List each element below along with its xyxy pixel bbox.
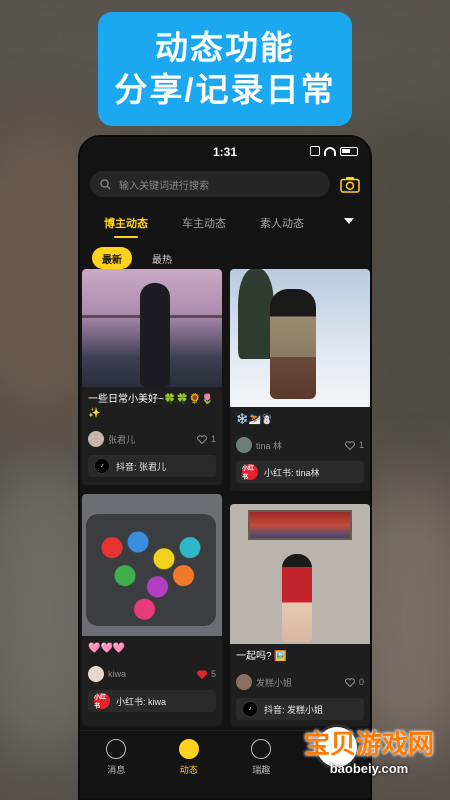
source-link[interactable]: 小红书 小红书: kiwa [88, 690, 216, 712]
source-label: 小红书: kiwa [116, 696, 167, 707]
search-row: 输入关键词进行搜索 [80, 167, 370, 197]
status-bar: 1:31 [80, 137, 370, 167]
status-time: 1:31 [212, 145, 238, 159]
xiaohongshu-icon: 小红书 [94, 693, 110, 710]
like-count: 0 [358, 677, 364, 687]
people-icon [251, 739, 272, 759]
wifi-icon [324, 146, 336, 156]
post-meta: 发糕小姐 0 [230, 674, 370, 690]
post-meta: kiwa 5 [82, 666, 222, 682]
avatar[interactable] [236, 437, 252, 453]
feed-card[interactable]: ❄️⛷️☃️ tina 林 1 小红书 小红书: tina林 [230, 269, 370, 491]
feed-card[interactable]: 一些日常小美好~🍀🍀🌻🌷✨ 张君儿 1 ♪ 抖音: 张君儿 [82, 269, 222, 485]
post-author[interactable]: kiwa [108, 669, 197, 679]
douyin-icon: ♪ [94, 458, 110, 474]
xiaohongshu-icon: 小红书 [242, 464, 258, 481]
post-image[interactable] [230, 504, 370, 644]
source-label: 抖音: 张君儿 [116, 461, 167, 472]
mute-icon [310, 146, 320, 156]
camera-icon[interactable] [340, 176, 360, 193]
battery-icon [340, 146, 358, 156]
search-placeholder: 输入关键词进行搜索 [119, 180, 209, 192]
avatar[interactable] [88, 666, 104, 682]
person-silhouette [282, 554, 312, 642]
post-caption: 🩷🩷🩷 [88, 643, 126, 654]
source-link[interactable]: ♪ 抖音: 张君儿 [88, 455, 216, 477]
tab-bar: 博主动态 车主动态 素人动态 [80, 197, 370, 238]
tab-car-owner[interactable]: 车主动态 [182, 215, 226, 231]
sort-latest[interactable]: 最新 [92, 247, 132, 269]
post-caption: 一起吗? 🖼️ [236, 651, 287, 662]
watermark-title: 宝贝游戏网 [303, 729, 434, 759]
tree [238, 269, 274, 359]
banner-subtitle: 分享/记录日常 [114, 71, 336, 108]
post-meta: 张君儿 1 [82, 431, 222, 447]
watermark-url: baobeiy.com [329, 761, 409, 776]
post-caption: ❄️⛷️☃️ [236, 414, 274, 425]
sort-hottest[interactable]: 最热 [142, 247, 182, 269]
heart-icon[interactable] [197, 669, 207, 679]
post-image[interactable] [82, 269, 222, 387]
nav-label: 消息 [107, 765, 126, 775]
flower-bouquet [86, 514, 216, 626]
post-meta: tina 林 1 [230, 437, 370, 453]
like-count: 1 [210, 434, 216, 444]
dropdown-icon[interactable] [344, 218, 354, 224]
feed-card[interactable]: 一起吗? 🖼️ 发糕小姐 0 ♪ 抖音: 发糕小姐 [230, 504, 370, 726]
nav-label: 瑞趣 [252, 765, 271, 775]
search-icon [100, 178, 111, 190]
nav-messages[interactable]: 消息 [86, 739, 146, 798]
like-count: 5 [210, 669, 216, 679]
tab-ordinary[interactable]: 素人动态 [260, 215, 304, 231]
source-label: 小红书: tina林 [264, 467, 320, 478]
source-link[interactable]: 小红书 小红书: tina林 [236, 461, 364, 483]
post-author[interactable]: tina 林 [256, 439, 345, 452]
feed-card[interactable]: 🩷🩷🩷 kiwa 5 小红书 小红书: kiwa [82, 494, 222, 726]
status-icons [310, 146, 358, 156]
post-caption: 一些日常小美好~🍀🍀🌻🌷✨ [88, 394, 214, 419]
post-image[interactable] [230, 269, 370, 407]
tab-blogger[interactable]: 博主动态 [104, 215, 148, 238]
banner-title: 动态功能 [155, 29, 295, 66]
search-input[interactable]: 输入关键词进行搜索 [90, 171, 330, 197]
post-image[interactable] [82, 494, 222, 636]
person-silhouette [270, 289, 316, 399]
feature-banner: 动态功能 分享/记录日常 [98, 12, 352, 126]
avatar[interactable] [236, 674, 252, 690]
heart-icon[interactable] [345, 440, 355, 450]
nav-ruiqu[interactable]: 瑞趣 [231, 739, 291, 798]
douyin-icon: ♪ [242, 701, 258, 717]
source-label: 抖音: 发糕小姐 [264, 704, 324, 715]
heart-icon[interactable] [197, 434, 207, 444]
heart-icon[interactable] [345, 677, 355, 687]
message-icon [106, 739, 127, 759]
compass-icon [178, 739, 199, 759]
post-author[interactable]: 张君儿 [108, 433, 197, 446]
wall-art [248, 510, 352, 540]
nav-label: 动态 [179, 765, 198, 775]
source-link[interactable]: ♪ 抖音: 发糕小姐 [236, 698, 364, 720]
post-author[interactable]: 发糕小姐 [256, 676, 345, 689]
phone-screen: 1:31 输入关键词进行搜索 博主动态 车主动态 素人动态 最新 最热 一些日常… [78, 135, 372, 800]
like-count: 1 [358, 440, 364, 450]
watermark: 宝贝游戏网 baobeiy.com [304, 724, 434, 776]
person-silhouette [140, 283, 170, 387]
avatar[interactable] [88, 431, 104, 447]
nav-moments[interactable]: 动态 [159, 739, 219, 798]
